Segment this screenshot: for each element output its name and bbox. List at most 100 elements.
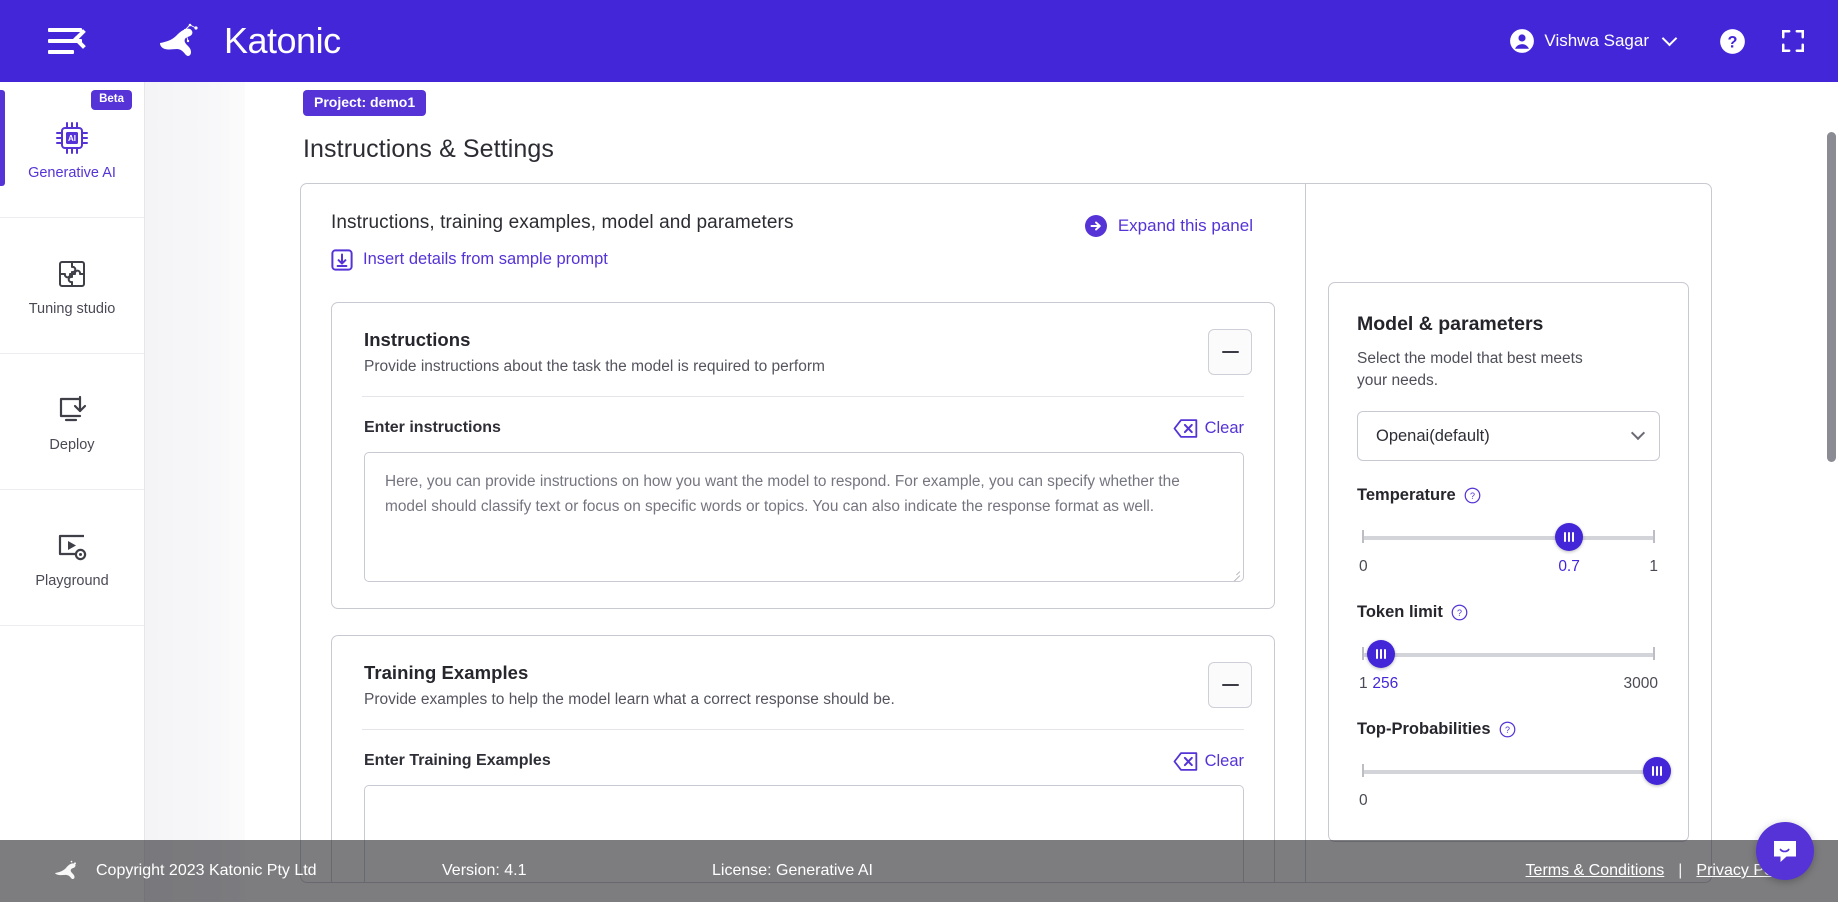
monitor-download-icon	[59, 395, 87, 421]
token-limit-max: 3000	[1623, 675, 1658, 693]
training-examples-field-label: Enter Training Examples	[364, 752, 551, 770]
sidebar-item-playground[interactable]: Playground	[0, 490, 144, 626]
top-probabilities-scale: 0	[1357, 792, 1660, 812]
model-parameters-card: Model & parameters Select the model that…	[1328, 281, 1689, 842]
token-limit-label: Token limit	[1357, 603, 1443, 622]
top-navigation-bar: Katonic Vishwa Sagar ?	[0, 0, 1838, 82]
fullscreen-expand-icon[interactable]	[1780, 28, 1806, 54]
footer-license: License: Generative AI	[712, 862, 873, 879]
sidebar-item-label: Playground	[35, 572, 109, 589]
arrow-right-circle-icon	[1084, 214, 1107, 237]
panel-heading: Instructions, training examples, model a…	[331, 211, 794, 233]
training-examples-card-subtitle: Provide examples to help the model learn…	[364, 690, 895, 708]
temperature-slider[interactable]	[1357, 523, 1660, 552]
insert-sample-prompt-link[interactable]: Insert details from sample prompt	[331, 249, 608, 271]
top-probabilities-label: Top-Probabilities	[1357, 720, 1491, 739]
instructions-card-title: Instructions	[364, 328, 471, 350]
chat-bubble-smile-icon	[1774, 841, 1796, 862]
footer-links: Terms & Conditions | Privacy Policy	[1526, 862, 1796, 880]
user-menu[interactable]: Vishwa Sagar	[1499, 22, 1685, 60]
account-circle-icon	[1510, 29, 1535, 53]
svg-text:?: ?	[1470, 491, 1475, 501]
slider-min-cap	[1362, 530, 1364, 544]
svg-text:AI: AI	[68, 134, 76, 143]
app-root: Katonic Vishwa Sagar ? Beta AI Generativ…	[0, 0, 1838, 902]
page-canvas: Project: demo1 Instructions & Settings I…	[245, 82, 1838, 902]
clear-backspace-icon	[1173, 419, 1197, 438]
instructions-collapse-button[interactable]	[1208, 328, 1252, 375]
top-probabilities-slider[interactable]	[1357, 757, 1671, 786]
temperature-max: 1	[1649, 558, 1658, 576]
slider-track	[1363, 653, 1654, 657]
help-circle-outline-icon[interactable]: ?	[1499, 721, 1516, 738]
temperature-min: 0	[1359, 558, 1368, 576]
slider-min-cap	[1362, 764, 1364, 778]
instructions-card-header: Instructions Provide instructions about …	[332, 303, 1274, 396]
minus-icon	[1221, 350, 1239, 354]
model-parameters-subtitle: Select the model that best meets your ne…	[1357, 349, 1583, 389]
panel-header: Instructions, training examples, model a…	[331, 212, 1275, 276]
svg-text:?: ?	[1457, 608, 1462, 618]
sidebar-item-tuning-studio[interactable]: Tuning studio	[0, 218, 144, 354]
brand-logo[interactable]: Katonic	[152, 20, 341, 62]
temperature-parameter: Temperature ? 0 0.7 1	[1357, 486, 1660, 578]
slider-max-cap	[1653, 530, 1655, 544]
temperature-scale: 0 0.7 1	[1357, 558, 1660, 578]
temperature-value: 0.7	[1558, 558, 1580, 576]
sidebar-item-generative-ai[interactable]: Beta AI Generative AI	[0, 82, 144, 218]
chevron-down-icon	[1630, 426, 1646, 441]
textarea-resize-handle[interactable]	[1229, 567, 1241, 581]
top-probabilities-slider-thumb[interactable]	[1642, 757, 1671, 786]
model-select[interactable]: Openai(default)	[1357, 411, 1660, 462]
instructions-placeholder: Here, you can provide instructions on ho…	[385, 472, 1180, 515]
settings-shell: Instructions, training examples, model a…	[300, 182, 1712, 883]
download-box-icon	[331, 249, 353, 271]
beta-badge: Beta	[91, 90, 132, 110]
training-examples-card-header: Training Examples Provide examples to he…	[332, 636, 1274, 729]
expand-panel-button[interactable]: Expand this panel	[1084, 212, 1275, 237]
instructions-field-row: Enter instructions Clear	[332, 397, 1274, 438]
training-examples-collapse-button[interactable]	[1208, 661, 1252, 708]
help-circle-icon[interactable]: ?	[1719, 28, 1746, 55]
kangaroo-logo-icon	[55, 860, 76, 879]
page-scrollbar-thumb[interactable]	[1827, 132, 1836, 462]
user-name: Vishwa Sagar	[1544, 31, 1649, 50]
ai-chip-icon: AI	[56, 121, 88, 154]
help-circle-outline-icon[interactable]: ?	[1464, 487, 1481, 504]
instructions-card: Instructions Provide instructions about …	[331, 301, 1275, 609]
chat-widget-button[interactable]	[1756, 822, 1814, 880]
footer-version: Version: 4.1	[442, 862, 527, 879]
footer-separator: |	[1678, 862, 1683, 879]
token-limit-slider[interactable]	[1357, 640, 1660, 669]
temperature-label: Temperature	[1357, 486, 1456, 505]
instructions-input[interactable]: Here, you can provide instructions on ho…	[364, 451, 1244, 582]
instructions-column: Instructions, training examples, model a…	[301, 183, 1306, 882]
page-gutter	[145, 82, 245, 902]
video-settings-icon	[58, 534, 87, 560]
temperature-slider-thumb[interactable]	[1555, 523, 1584, 552]
project-badge: Project: demo1	[303, 90, 427, 116]
token-limit-scale: 1 256 3000	[1357, 675, 1660, 695]
page-footer: Copyright 2023 Katonic Pty Ltd Version: …	[0, 840, 1838, 902]
svg-text:?: ?	[1728, 33, 1738, 51]
training-examples-clear-button[interactable]: Clear	[1173, 752, 1244, 771]
hamburger-collapse-icon[interactable]	[48, 26, 93, 56]
help-circle-outline-icon[interactable]: ?	[1451, 604, 1468, 621]
instructions-card-subtitle: Provide instructions about the task the …	[364, 357, 825, 375]
terms-and-conditions-link[interactable]: Terms & Conditions	[1526, 862, 1665, 880]
svg-text:?: ?	[1505, 725, 1510, 735]
topbar-actions: Vishwa Sagar ?	[1499, 22, 1806, 60]
training-examples-clear-label: Clear	[1204, 751, 1244, 770]
token-limit-slider-thumb[interactable]	[1367, 640, 1396, 669]
instructions-clear-button[interactable]: Clear	[1173, 419, 1244, 438]
sidebar-item-deploy[interactable]: Deploy	[0, 354, 144, 490]
page-scrollbar[interactable]	[1827, 96, 1836, 902]
minus-icon	[1221, 683, 1239, 687]
training-examples-card-title: Training Examples	[364, 661, 529, 683]
kangaroo-logo-icon	[160, 23, 198, 56]
slider-track	[1363, 536, 1654, 540]
slider-max-cap	[1653, 647, 1655, 661]
chevron-down-icon	[1661, 30, 1678, 47]
brand-name: Katonic	[224, 20, 341, 61]
top-probabilities-parameter: Top-Probabilities ? 0	[1357, 720, 1671, 812]
